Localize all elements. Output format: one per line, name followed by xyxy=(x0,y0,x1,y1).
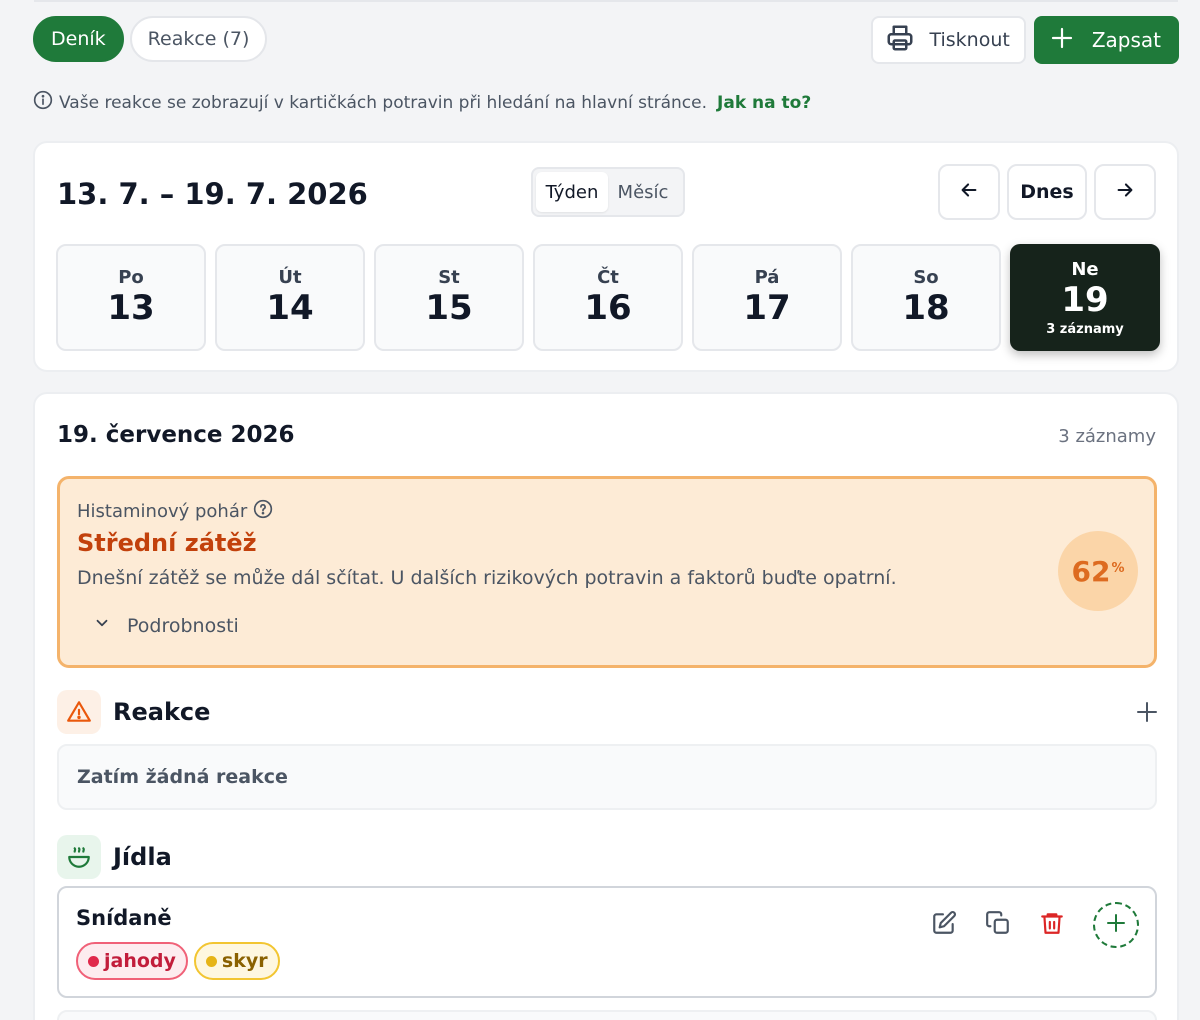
print-button[interactable]: Tisknout xyxy=(871,16,1026,64)
next-meal-card-peek xyxy=(57,1010,1157,1020)
meal-title: Snídaně xyxy=(76,906,172,930)
day-name: So xyxy=(913,267,939,288)
reactions-title: Reakce xyxy=(113,698,211,726)
edit-icon xyxy=(931,910,957,940)
plus-icon xyxy=(1104,911,1128,939)
day-tuesday[interactable]: Út 14 xyxy=(215,244,365,351)
arrow-left-icon xyxy=(958,179,980,206)
top-divider xyxy=(34,0,1178,2)
week-navigation: Dnes xyxy=(938,164,1156,220)
day-name: Ne xyxy=(1071,258,1099,280)
histamine-gauge: 62% xyxy=(1058,531,1138,611)
day-date: 13 xyxy=(107,288,155,328)
risk-dot xyxy=(205,955,217,967)
day-detail-card: 19. července 2026 3 záznamy Histaminový … xyxy=(33,392,1179,1020)
chevron-down-icon xyxy=(93,614,111,637)
day-name: St xyxy=(438,267,460,288)
day-sunday-selected[interactable]: Ne 19 3 záznamy xyxy=(1010,244,1160,351)
help-icon[interactable] xyxy=(253,499,273,524)
previous-week-button[interactable] xyxy=(938,164,1000,220)
day-entry-count: 3 záznamy xyxy=(1058,426,1156,447)
meal-card[interactable]: Snídaně jahody skyr xyxy=(57,886,1157,998)
day-monday[interactable]: Po 13 xyxy=(56,244,206,351)
day-entry-count: 3 záznamy xyxy=(1046,321,1124,337)
day-strip: Po 13 Út 14 St 15 Čt 16 Pá 17 So 18 Ne 1… xyxy=(56,244,1160,351)
gauge-unit: % xyxy=(1111,560,1125,576)
food-tag[interactable]: jahody xyxy=(76,942,188,980)
histamine-description: Dnešní zátěž se může dál sčítat. U další… xyxy=(77,567,897,589)
day-friday[interactable]: Pá 17 xyxy=(692,244,842,351)
day-name: Pá xyxy=(754,267,780,288)
tab-reactions[interactable]: Reakce (7) xyxy=(129,16,268,62)
gauge-value: 62 xyxy=(1071,554,1111,588)
reactions-header: Reakce xyxy=(57,690,210,734)
add-reaction-button[interactable] xyxy=(1135,700,1159,728)
day-title: 19. července 2026 xyxy=(57,422,295,448)
view-toggle: Týden Měsíc xyxy=(531,167,685,217)
day-date: 17 xyxy=(743,288,791,328)
add-entry-label: Zapsat xyxy=(1091,28,1161,52)
printer-icon xyxy=(885,23,915,58)
add-food-button[interactable] xyxy=(1093,902,1139,948)
delete-meal-button[interactable] xyxy=(1037,910,1067,940)
histamine-label: Histaminový pohár xyxy=(77,501,248,522)
copy-icon xyxy=(985,910,1011,940)
tab-diary[interactable]: Deník xyxy=(33,16,124,62)
trash-icon xyxy=(1039,910,1065,940)
print-label: Tisknout xyxy=(929,29,1010,51)
day-wednesday[interactable]: St 15 xyxy=(374,244,524,351)
info-text: Vaše reakce se zobrazují v kartičkách po… xyxy=(59,92,708,113)
week-card: 13. 7. – 19. 7. 2026 Týden Měsíc Dnes Po… xyxy=(33,141,1179,372)
day-thursday[interactable]: Čt 16 xyxy=(533,244,683,351)
histamine-label-row: Histaminový pohár xyxy=(77,499,273,524)
day-date: 16 xyxy=(584,288,632,328)
add-entry-button[interactable]: Zapsat xyxy=(1033,16,1179,64)
view-month-button[interactable]: Měsíc xyxy=(608,172,678,212)
histamine-panel: Histaminový pohár Střední zátěž Dnešní z… xyxy=(57,476,1157,668)
food-tag[interactable]: skyr xyxy=(193,942,280,980)
meals-title: Jídla xyxy=(113,843,172,871)
arrow-right-icon xyxy=(1114,179,1136,206)
day-name: Út xyxy=(278,267,302,288)
next-week-button[interactable] xyxy=(1094,164,1156,220)
info-help-link[interactable]: Jak na to? xyxy=(717,93,811,113)
details-label: Podrobnosti xyxy=(127,614,239,637)
view-tabs: Deník Reakce (7) xyxy=(33,16,268,62)
food-tag-label: skyr xyxy=(221,950,268,972)
today-button[interactable]: Dnes xyxy=(1007,164,1087,220)
week-range-title: 13. 7. – 19. 7. 2026 xyxy=(57,177,368,211)
meal-actions xyxy=(929,902,1139,948)
copy-meal-button[interactable] xyxy=(983,910,1013,940)
details-toggle[interactable]: Podrobnosti xyxy=(93,614,239,637)
info-note: Vaše reakce se zobrazují v kartičkách po… xyxy=(33,90,811,115)
day-name: Čt xyxy=(597,267,619,288)
histamine-level: Střední zátěž xyxy=(77,529,257,557)
info-icon xyxy=(33,90,53,115)
meal-tags: jahody skyr xyxy=(76,942,280,980)
day-date: 15 xyxy=(425,288,473,328)
day-date: 19 xyxy=(1061,279,1109,320)
day-date: 18 xyxy=(902,288,950,328)
day-saturday[interactable]: So 18 xyxy=(851,244,1001,351)
header-actions: Tisknout Zapsat xyxy=(871,16,1179,64)
day-date: 14 xyxy=(266,288,314,328)
risk-dot xyxy=(88,955,99,967)
view-week-button[interactable]: Týden xyxy=(536,172,608,212)
warning-icon xyxy=(57,690,101,734)
food-tag-label: jahody xyxy=(104,950,176,972)
edit-meal-button[interactable] xyxy=(929,910,959,940)
plus-icon xyxy=(1050,26,1074,55)
meals-header: Jídla xyxy=(57,835,172,879)
reactions-empty-state: Zatím žádná reakce xyxy=(57,744,1157,810)
bowl-icon xyxy=(57,835,101,879)
plus-icon xyxy=(1135,702,1159,728)
day-name: Po xyxy=(118,267,144,288)
